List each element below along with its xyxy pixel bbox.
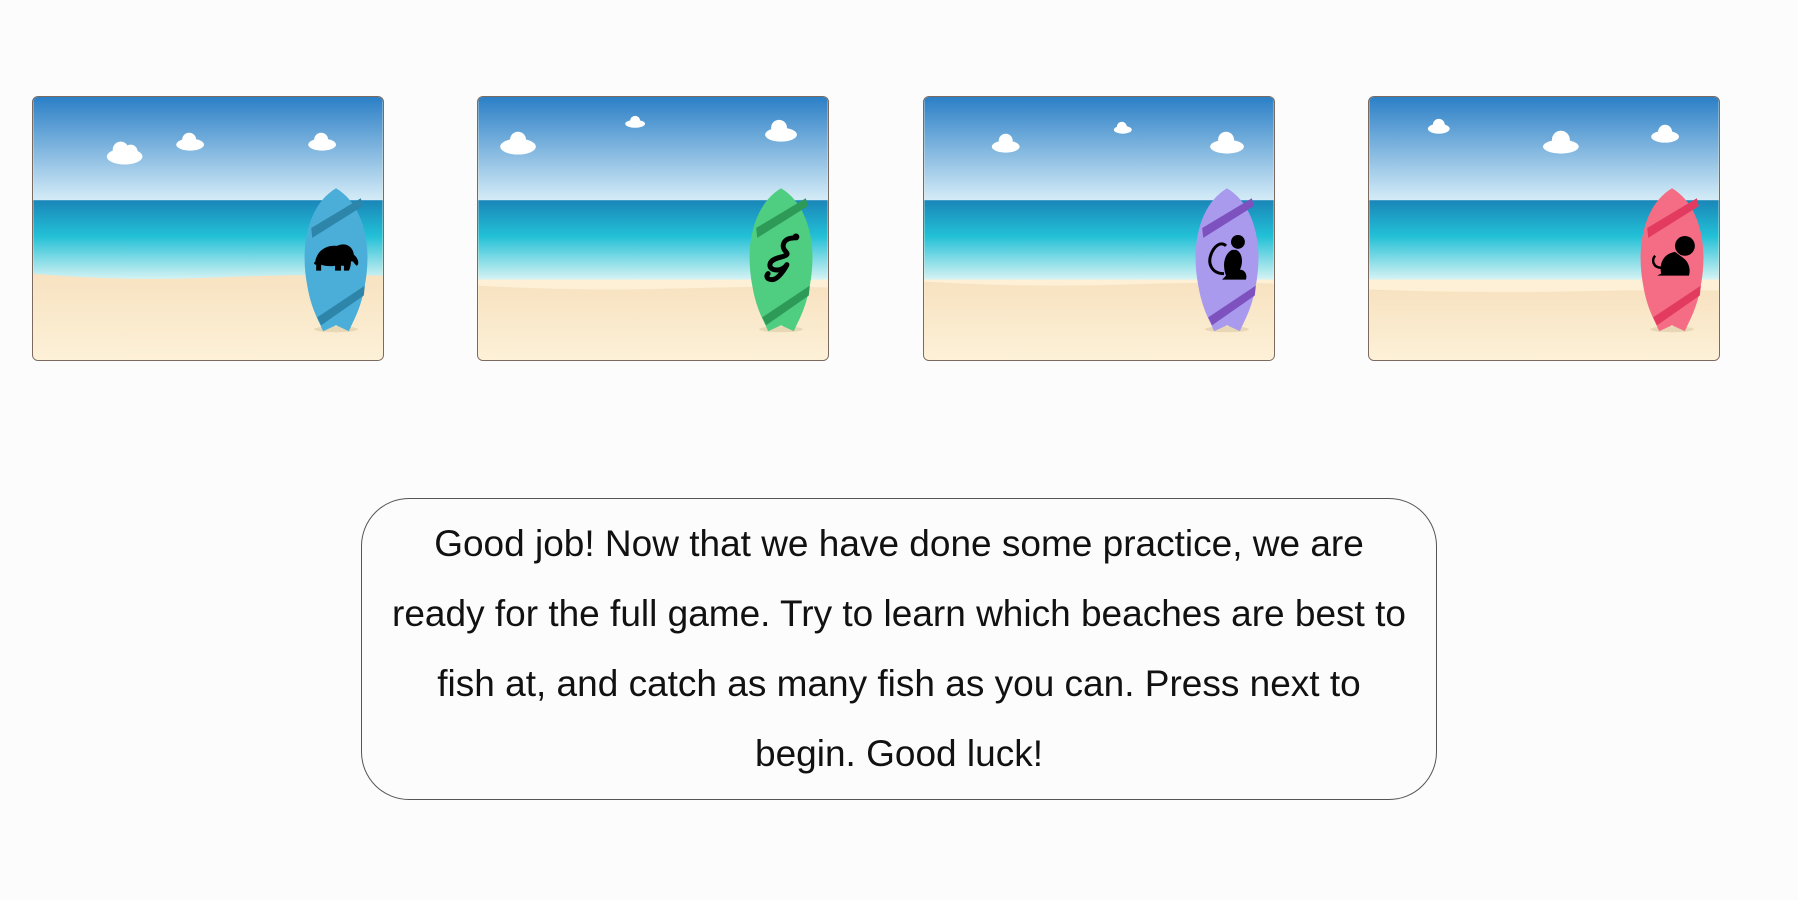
beach-scene bbox=[33, 97, 383, 360]
beach-option-lion[interactable] bbox=[1368, 96, 1720, 361]
beach-choices bbox=[0, 0, 1798, 380]
beach-option-monkey[interactable] bbox=[923, 96, 1275, 361]
beach-scene bbox=[478, 97, 828, 360]
instruction-box: Good job! Now that we have done some pra… bbox=[361, 498, 1437, 800]
beach-option-snake[interactable] bbox=[477, 96, 829, 361]
instruction-text: Good job! Now that we have done some pra… bbox=[392, 523, 1406, 774]
beach-scene bbox=[924, 97, 1274, 360]
beach-option-elephant[interactable] bbox=[32, 96, 384, 361]
beach-scene bbox=[1369, 97, 1719, 360]
